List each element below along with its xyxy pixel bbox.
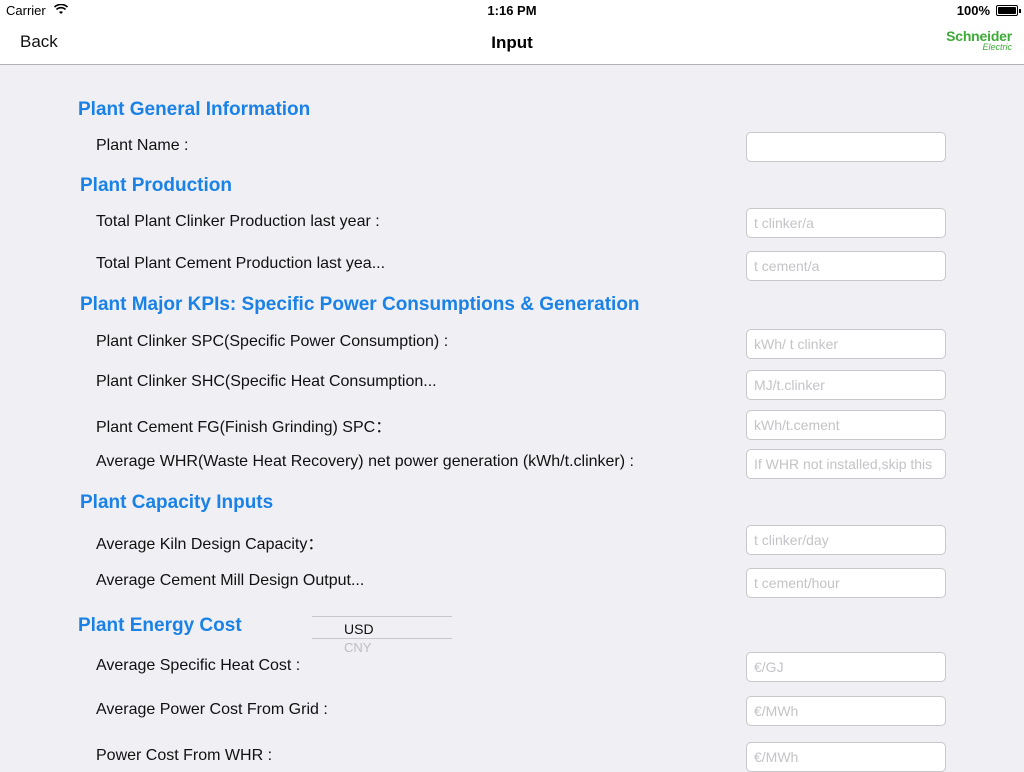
battery-percent: 100% <box>956 3 990 18</box>
section-title-general: Plant General Information <box>78 99 311 120</box>
section-title-energy-cost: Plant Energy Cost <box>78 615 242 636</box>
kiln-capacity-label: Average Kiln Design Capacity： <box>96 536 324 553</box>
section-title-capacity: Plant Capacity Inputs <box>80 492 274 513</box>
navigation-bar: Back Input Schneider Electric <box>0 22 1024 65</box>
input-form[interactable]: Plant General Information Plant Name : P… <box>0 65 1024 772</box>
clinker-spc-label: Plant Clinker SPC(Specific Power Consump… <box>96 333 449 350</box>
grid-power-cost-label: Average Power Cost From Grid : <box>96 701 328 718</box>
page-title: Input <box>491 33 533 52</box>
kiln-capacity-input[interactable]: t clinker/day <box>746 525 946 555</box>
plant-name-input[interactable] <box>746 132 946 162</box>
clinker-shc-label: Plant Clinker SHC(Specific Heat Consumpt… <box>96 373 437 390</box>
battery-icon <box>996 5 1021 16</box>
cement-fg-spc-input[interactable]: kWh/t.cement <box>746 410 946 440</box>
currency-option-cny[interactable]: CNY <box>344 640 371 652</box>
grid-power-cost-input[interactable]: €/MWh <box>746 696 946 726</box>
clinker-production-input[interactable]: t clinker/a <box>746 208 946 238</box>
cement-production-label: Total Plant Cement Production last yea..… <box>96 255 386 272</box>
plant-name-label: Plant Name : <box>96 137 189 154</box>
status-time: 1:16 PM <box>487 3 537 18</box>
currency-option-usd[interactable]: USD <box>344 621 374 637</box>
schneider-electric-logo: Schneider Electric <box>946 28 1012 52</box>
whr-generation-input[interactable]: If WHR not installed,skip this <box>746 449 946 479</box>
cement-mill-output-label: Average Cement Mill Design Output... <box>96 572 365 589</box>
clinker-shc-input[interactable]: MJ/t.clinker <box>746 370 946 400</box>
picker-selection-divider <box>312 638 452 639</box>
heat-cost-input[interactable]: €/GJ <box>746 652 946 682</box>
cement-production-input[interactable]: t cement/a <box>746 251 946 281</box>
whr-generation-label: Average WHR(Waste Heat Recovery) net pow… <box>96 453 634 470</box>
section-title-production: Plant Production <box>80 175 232 196</box>
picker-top-divider <box>312 616 452 617</box>
clinker-production-label: Total Plant Clinker Production last year… <box>96 213 380 230</box>
cement-mill-output-input[interactable]: t cement/hour <box>746 568 946 598</box>
clinker-spc-input[interactable]: kWh/ t clinker <box>746 329 946 359</box>
whr-power-cost-label: Power Cost From WHR : <box>96 747 273 764</box>
cement-fg-spc-label: Plant Cement FG(Finish Grinding) SPC： <box>96 419 392 436</box>
status-bar: Carrier 1:16 PM 100% <box>0 0 1024 22</box>
currency-picker[interactable]: USD CNY <box>312 616 452 652</box>
heat-cost-label: Average Specific Heat Cost : <box>96 657 301 674</box>
section-title-kpis: Plant Major KPIs: Specific Power Consump… <box>80 294 640 315</box>
